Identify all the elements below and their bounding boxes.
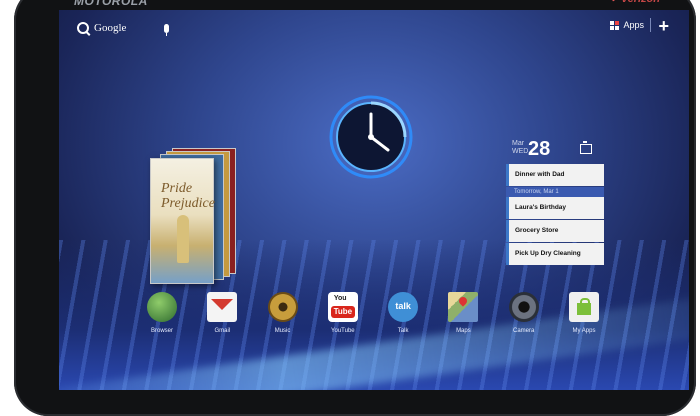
dock-app-music[interactable]: Music <box>254 292 312 334</box>
dock-app-my-apps[interactable]: My Apps <box>555 292 613 334</box>
calendar-icon[interactable] <box>580 141 592 154</box>
book-title: Pride Prejudice <box>161 181 215 211</box>
dock-app-label: Maps <box>456 328 471 334</box>
book-cover-pride-and-prejudice[interactable]: Pride Prejudice <box>150 158 215 284</box>
add-widget-icon[interactable]: + <box>658 14 669 38</box>
calendar-month-weekday: Mar WED <box>512 140 529 155</box>
dock-app-label: Browser <box>150 328 173 334</box>
google-search-bar[interactable]: Google <box>77 18 169 38</box>
carrier-check-icon: ✓ <box>610 0 619 5</box>
maps-icon <box>448 292 479 322</box>
app-dock: Browser Gmail Music You Tube YouTube talk… <box>133 292 613 334</box>
dock-app-maps[interactable]: Maps <box>434 292 492 334</box>
calendar-widget[interactable]: Mar WED 28 Dinner with Dad Tomorrow, Mar … <box>506 138 604 288</box>
dock-app-label: Camera <box>513 328 535 334</box>
book-cover-figure <box>177 215 189 263</box>
home-screen: Google Apps + Pride Prejudice Mar WED 28… <box>59 10 689 390</box>
talk-icon: talk <box>388 292 419 322</box>
search-label: Google <box>94 22 127 34</box>
dock-app-youtube[interactable]: You Tube YouTube <box>314 292 372 334</box>
youtube-icon: You Tube <box>327 292 358 322</box>
calendar-date: 28 <box>528 138 551 160</box>
calendar-day-divider: Tomorrow, Mar 1 <box>506 187 604 197</box>
carrier-name: verizon <box>621 0 660 5</box>
search-icon <box>77 22 89 34</box>
calendar-event[interactable]: Pick Up Dry Cleaning <box>506 243 604 265</box>
carrier-logo: ✓verizon <box>610 0 660 5</box>
dock-app-browser[interactable]: Browser <box>133 292 191 334</box>
microphone-icon[interactable] <box>164 23 169 36</box>
browser-icon <box>147 292 177 322</box>
apps-button[interactable]: Apps <box>610 20 644 30</box>
tablet-frame: MOTOROLA ✓verizon Google Apps + <box>14 0 696 416</box>
calendar-event[interactable]: Grocery Store <box>506 220 604 242</box>
apps-label: Apps <box>623 20 644 30</box>
camera-icon <box>508 292 539 322</box>
calendar-event[interactable]: Laura's Birthday <box>506 197 604 219</box>
analog-clock-widget[interactable] <box>328 94 414 180</box>
gmail-icon <box>207 292 238 322</box>
toolbar-divider <box>650 18 651 32</box>
dock-app-label: YouTube <box>331 328 355 334</box>
dock-app-camera[interactable]: Camera <box>495 292 553 334</box>
dock-app-gmail[interactable]: Gmail <box>193 292 251 334</box>
brand-logo: MOTOROLA <box>74 0 148 8</box>
dock-app-label: Talk <box>397 328 409 334</box>
dock-app-label: Gmail <box>214 328 231 334</box>
dock-app-talk[interactable]: talk Talk <box>374 292 432 334</box>
dock-app-label: Music <box>274 328 291 334</box>
music-icon <box>267 292 298 322</box>
apps-grid-icon <box>610 20 620 30</box>
calendar-header: Mar WED 28 <box>506 138 604 164</box>
calendar-event[interactable]: Dinner with Dad <box>506 164 604 186</box>
dock-app-label: My Apps <box>572 328 596 334</box>
books-widget[interactable]: Pride Prejudice <box>148 146 238 284</box>
my-apps-icon <box>568 292 599 322</box>
